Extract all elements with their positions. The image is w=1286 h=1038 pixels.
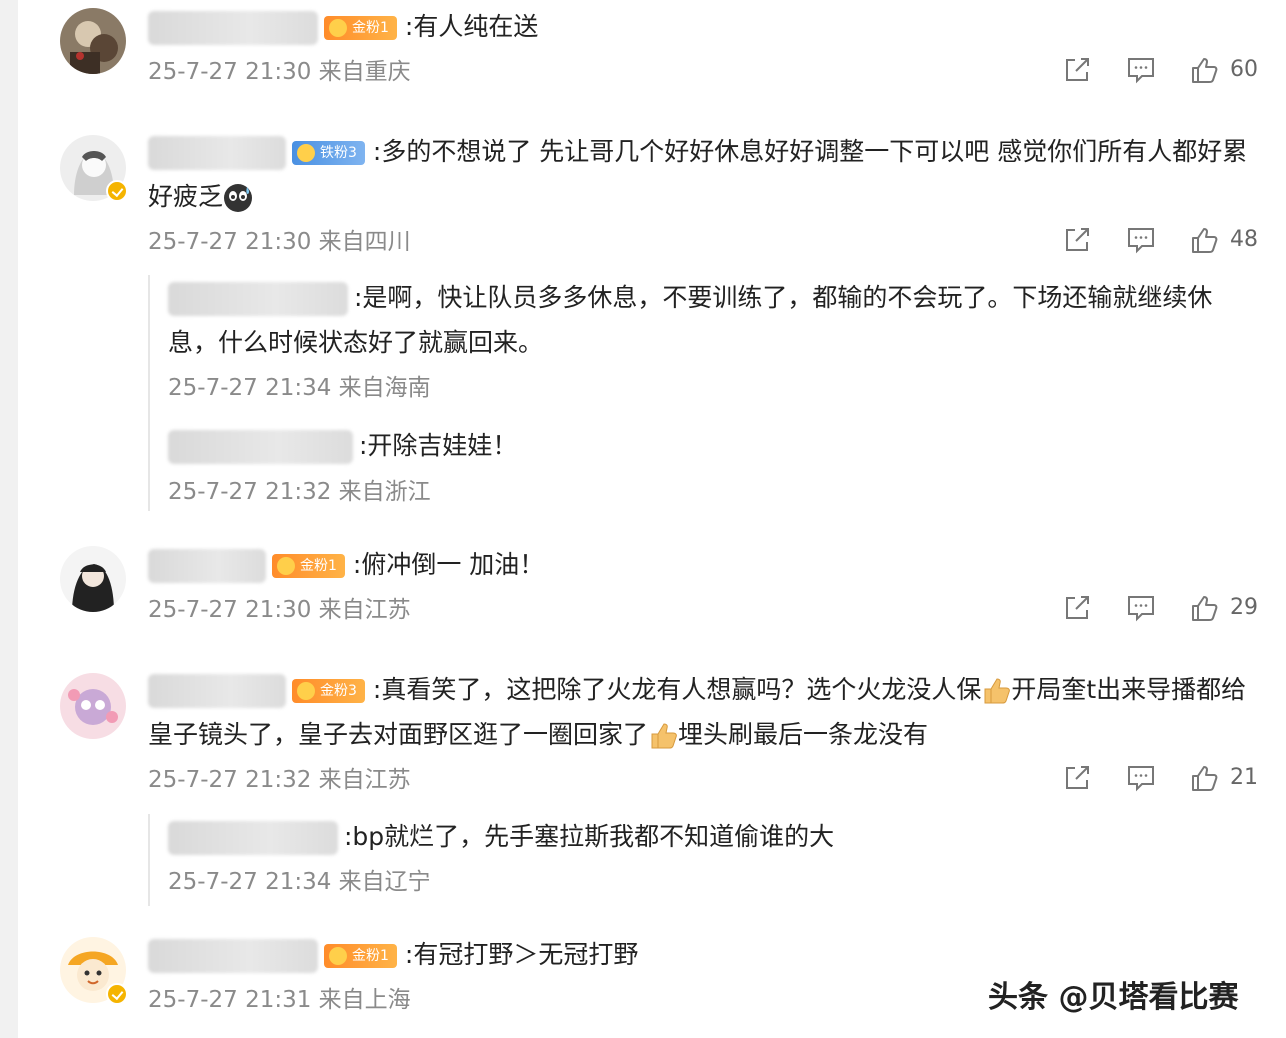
comment-actions: 48 bbox=[1058, 223, 1268, 257]
username-blurred[interactable] bbox=[168, 821, 338, 855]
share-button[interactable] bbox=[1062, 591, 1092, 625]
comment-location: 来自重庆 bbox=[318, 59, 411, 85]
avatar-image bbox=[60, 673, 126, 739]
reply-location: 来自海南 bbox=[338, 375, 431, 401]
verified-badge-icon bbox=[106, 983, 128, 1005]
reply-location: 来自浙江 bbox=[338, 479, 431, 505]
comment-content: 金粉1 :有冠打野＞无冠打野 bbox=[148, 932, 1256, 977]
like-count: 60 bbox=[1230, 57, 1258, 82]
reply-text: :bp就烂了，先手塞拉斯我都不知道偷谁的大 bbox=[344, 822, 835, 851]
reply-meta: 25-7-27 21:32 来自浙江 bbox=[168, 477, 431, 507]
fan-badge: 金粉3 bbox=[292, 679, 365, 703]
comment-text: :真看笑了，这把除了火龙有人想赢吗？选个火龙没人保 bbox=[372, 675, 982, 704]
comment-button[interactable] bbox=[1126, 223, 1156, 257]
share-icon bbox=[1066, 596, 1089, 619]
username-blurred[interactable] bbox=[148, 11, 318, 45]
share-icon bbox=[1066, 58, 1089, 81]
reply-content: :bp就烂了，先手塞拉斯我都不知道偷谁的大 bbox=[168, 814, 1258, 859]
comment-icon bbox=[1128, 228, 1154, 254]
comment-actions: 21 bbox=[1058, 761, 1268, 795]
reply-thread: :bp就烂了，先手塞拉斯我都不知道偷谁的大 25-7-27 21:34 来自辽宁 bbox=[148, 814, 1258, 906]
fan-badge: 金粉1 bbox=[324, 16, 397, 40]
comment-icon bbox=[1128, 58, 1154, 84]
comment-meta: 25-7-27 21:31 来自上海 bbox=[148, 985, 411, 1015]
sweat-face-emoji-icon bbox=[224, 184, 253, 212]
verified-badge-icon bbox=[106, 180, 128, 202]
comment-content: 铁粉3:多的不想说了 先让哥几个好好休息好好调整一下可以吧 感觉你们所有人都好累… bbox=[148, 129, 1256, 219]
like-button[interactable] bbox=[1190, 53, 1220, 87]
comment-text: :有冠打野＞无冠打野 bbox=[404, 940, 639, 969]
fan-badge: 金粉1 bbox=[272, 554, 345, 578]
thumbs-up-icon bbox=[1192, 596, 1218, 621]
comment-location: 来自江苏 bbox=[318, 597, 411, 623]
username-blurred[interactable] bbox=[168, 282, 348, 316]
username-blurred[interactable] bbox=[148, 549, 266, 583]
comment-time: 25-7-27 21:31 bbox=[148, 987, 312, 1013]
username-blurred[interactable] bbox=[148, 674, 286, 708]
comment-meta: 25-7-27 21:30 来自重庆 bbox=[148, 57, 411, 87]
comment-text: :有人纯在送 bbox=[404, 12, 539, 41]
comment-location: 来自上海 bbox=[318, 987, 411, 1013]
reply-meta: 25-7-27 21:34 来自辽宁 bbox=[168, 867, 431, 897]
username-blurred[interactable] bbox=[168, 430, 353, 464]
fan-badge: 铁粉3 bbox=[292, 141, 365, 165]
comment-button[interactable] bbox=[1126, 761, 1156, 795]
comment-icon bbox=[1128, 766, 1154, 792]
comment-button[interactable] bbox=[1126, 53, 1156, 87]
avatar[interactable] bbox=[60, 673, 126, 739]
thumbs-up-emoji-icon bbox=[651, 723, 677, 749]
username-blurred[interactable] bbox=[148, 136, 286, 170]
comment-location: 来自江苏 bbox=[318, 767, 411, 793]
reply-meta: 25-7-27 21:34 来自海南 bbox=[168, 373, 431, 403]
username-blurred[interactable] bbox=[148, 939, 318, 973]
reply-thread: :是啊，快让队员多多休息，不要训练了，都输的不会玩了。下场还输就继续休息，什么时… bbox=[148, 275, 1258, 511]
like-button[interactable] bbox=[1190, 761, 1220, 795]
like-count: 21 bbox=[1230, 765, 1258, 790]
reply-time: 25-7-27 21:32 bbox=[168, 479, 332, 505]
comment-content: 金粉1 :俯冲倒一 加油！ bbox=[148, 542, 1256, 587]
avatar[interactable] bbox=[60, 8, 126, 74]
avatar[interactable] bbox=[60, 546, 126, 612]
reply-text: :开除吉娃娃！ bbox=[359, 431, 518, 460]
reply-content: :开除吉娃娃！ bbox=[168, 423, 1258, 468]
reply-time: 25-7-27 21:34 bbox=[168, 869, 332, 895]
share-button[interactable] bbox=[1062, 53, 1092, 87]
comment-meta: 25-7-27 21:30 来自江苏 bbox=[148, 595, 411, 625]
comment-content: 金粉1 :有人纯在送 bbox=[148, 4, 1256, 49]
like-button[interactable] bbox=[1190, 223, 1220, 257]
watermark: 头条 @贝塔看比赛 bbox=[988, 980, 1239, 1015]
comment-actions: 29 bbox=[1058, 591, 1268, 625]
share-icon bbox=[1066, 766, 1089, 789]
comment-time: 25-7-27 21:30 bbox=[148, 597, 312, 623]
like-count: 29 bbox=[1230, 595, 1258, 620]
comment-list: 金粉1 :有人纯在送 25-7-27 21:30 来自重庆 60 铁粉3:多的… bbox=[18, 0, 1286, 1038]
reply-time: 25-7-27 21:34 bbox=[168, 375, 332, 401]
avatar-image bbox=[60, 546, 126, 612]
comment-time: 25-7-27 21:30 bbox=[148, 229, 312, 255]
avatar-image bbox=[60, 8, 126, 74]
comment-meta: 25-7-27 21:30 来自四川 bbox=[148, 227, 411, 257]
comment-icon bbox=[1128, 596, 1154, 622]
like-button[interactable] bbox=[1190, 591, 1220, 625]
comment-button[interactable] bbox=[1126, 591, 1156, 625]
comment-content: 金粉3:真看笑了，这把除了火龙有人想赢吗？选个火龙没人保 开局奎t出来导播都给皇子… bbox=[148, 667, 1256, 757]
comment-time: 25-7-27 21:30 bbox=[148, 59, 312, 85]
like-count: 48 bbox=[1230, 227, 1258, 252]
comment-actions: 60 bbox=[1058, 53, 1268, 87]
reply-location: 来自辽宁 bbox=[338, 869, 431, 895]
comment-time: 25-7-27 21:32 bbox=[148, 767, 312, 793]
comment-text: 埋头刷最后一条龙没有 bbox=[678, 720, 929, 749]
thumbs-up-icon bbox=[1192, 58, 1218, 83]
share-button[interactable] bbox=[1062, 761, 1092, 795]
reply-content: :是啊，快让队员多多休息，不要训练了，都输的不会玩了。下场还输就继续休息，什么时… bbox=[168, 275, 1258, 365]
thumbs-up-icon bbox=[1192, 228, 1218, 253]
comment-meta: 25-7-27 21:32 来自江苏 bbox=[148, 765, 411, 795]
thumbs-up-icon bbox=[1192, 766, 1218, 791]
comment-location: 来自四川 bbox=[318, 229, 411, 255]
fan-badge: 金粉1 bbox=[324, 944, 397, 968]
share-icon bbox=[1066, 228, 1089, 251]
comment-text: :俯冲倒一 加油！ bbox=[352, 550, 545, 579]
thumbs-up-emoji-icon bbox=[984, 678, 1011, 704]
share-button[interactable] bbox=[1062, 223, 1092, 257]
